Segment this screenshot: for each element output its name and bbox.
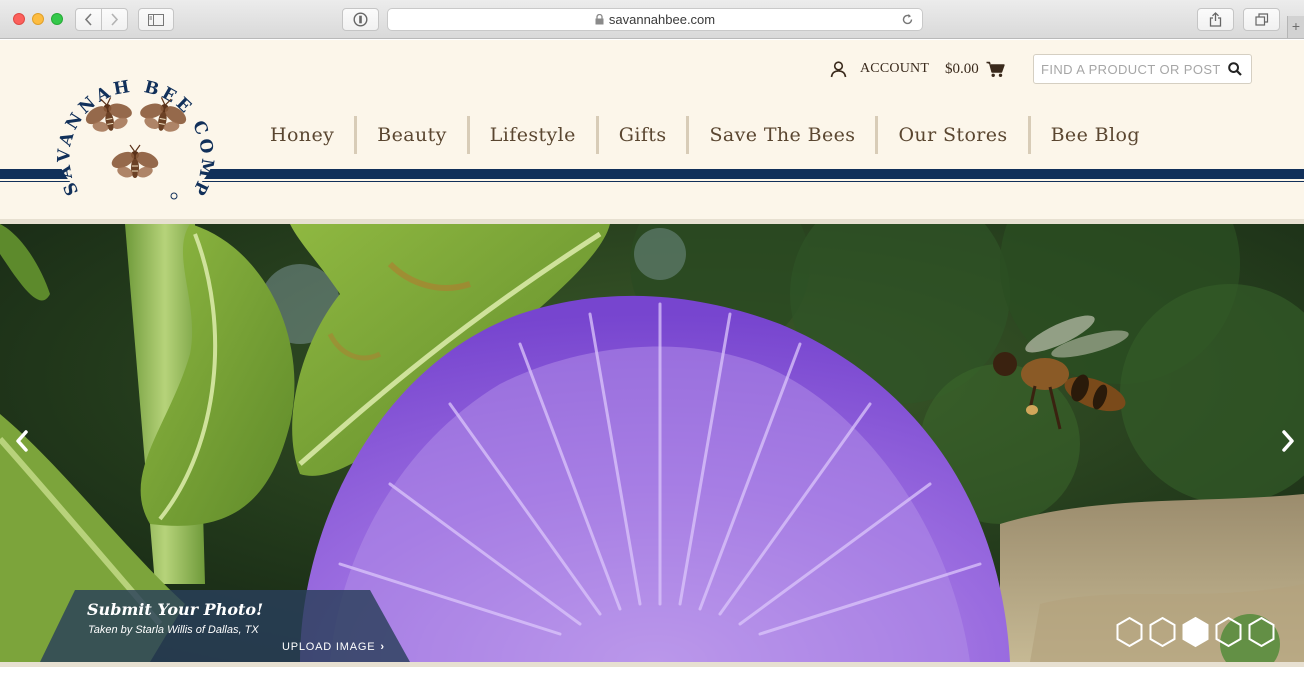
close-window-button[interactable] [13,13,25,25]
nav-item-honey[interactable]: Honey [250,116,354,154]
reader-button[interactable] [342,8,379,31]
account-label: ACCOUNT [860,61,930,76]
address-bar[interactable]: savannahbee.com [387,8,923,31]
nav-item-our-stores[interactable]: Our Stores [878,116,1027,154]
cart-link[interactable]: $0.00 [945,57,1005,81]
share-button[interactable] [1197,8,1234,31]
slide-dot-4[interactable] [1212,615,1245,648]
tabs-icon [1254,13,1268,26]
search-icon[interactable] [1228,62,1242,76]
hexagon-icon [1116,616,1143,647]
browser-toolbar: savannahbee.com + [0,0,1304,39]
slide-dot-5[interactable] [1245,615,1278,648]
new-tab-icon: + [1291,18,1301,34]
sidebar-button[interactable] [138,8,174,31]
hexagon-icon [1248,616,1275,647]
main-navigation: Honey Beauty Lifestyle Gifts Save The Be… [250,116,1160,154]
upload-image-link[interactable]: UPLOAD IMAGE › [282,641,385,653]
nav-item-gifts[interactable]: Gifts [599,116,687,154]
slide-dot-1[interactable] [1113,615,1146,648]
lock-icon [595,14,604,25]
share-icon [1209,12,1222,27]
hexagon-icon [1215,616,1242,647]
forward-icon [111,13,119,26]
cart-icon [986,61,1005,77]
chevron-right-icon [1282,430,1294,452]
new-tab-button[interactable]: + [1287,16,1304,38]
reader-icon [353,12,368,27]
caption-credit: Taken by Starla Willis of Dallas, TX [88,624,259,636]
url-text: savannahbee.com [608,12,716,27]
back-button[interactable] [75,8,102,31]
photo-caption: Submit Your Photo! Taken by Starla Willi… [40,590,410,662]
zoom-window-button[interactable] [51,13,63,25]
caption-title: Submit Your Photo! [87,600,264,619]
reload-icon[interactable] [901,13,914,26]
account-link[interactable]: ACCOUNT [830,57,929,81]
site-logo[interactable]: SAVANNAH BEE COMPANY [46,44,226,212]
slider-pagination [1113,614,1278,648]
show-tabs-button[interactable] [1243,8,1280,31]
nav-item-save-the-bees[interactable]: Save The Bees [689,116,875,154]
minimize-window-button[interactable] [32,13,44,25]
upload-image-label: UPLOAD IMAGE [282,641,376,653]
page-below-fold [0,667,1304,698]
search-input[interactable] [1041,61,1221,77]
slider-prev-button[interactable] [10,426,34,456]
chevron-right-icon: › [380,641,385,653]
forward-button[interactable] [101,8,128,31]
slider-next-button[interactable] [1276,426,1300,456]
slide-dot-2[interactable] [1146,615,1179,648]
hexagon-icon [1149,616,1176,647]
nav-item-beauty[interactable]: Beauty [357,116,467,154]
slide-dot-3[interactable] [1179,615,1212,648]
nav-item-bee-blog[interactable]: Bee Blog [1031,116,1160,154]
nav-item-lifestyle[interactable]: Lifestyle [470,116,596,154]
hexagon-icon [1182,616,1209,647]
chevron-left-icon [16,430,28,452]
sidebar-icon [148,13,164,26]
user-icon [830,60,847,77]
cart-total: $0.00 [945,60,979,77]
site-search[interactable] [1033,54,1252,84]
back-icon [84,13,92,26]
